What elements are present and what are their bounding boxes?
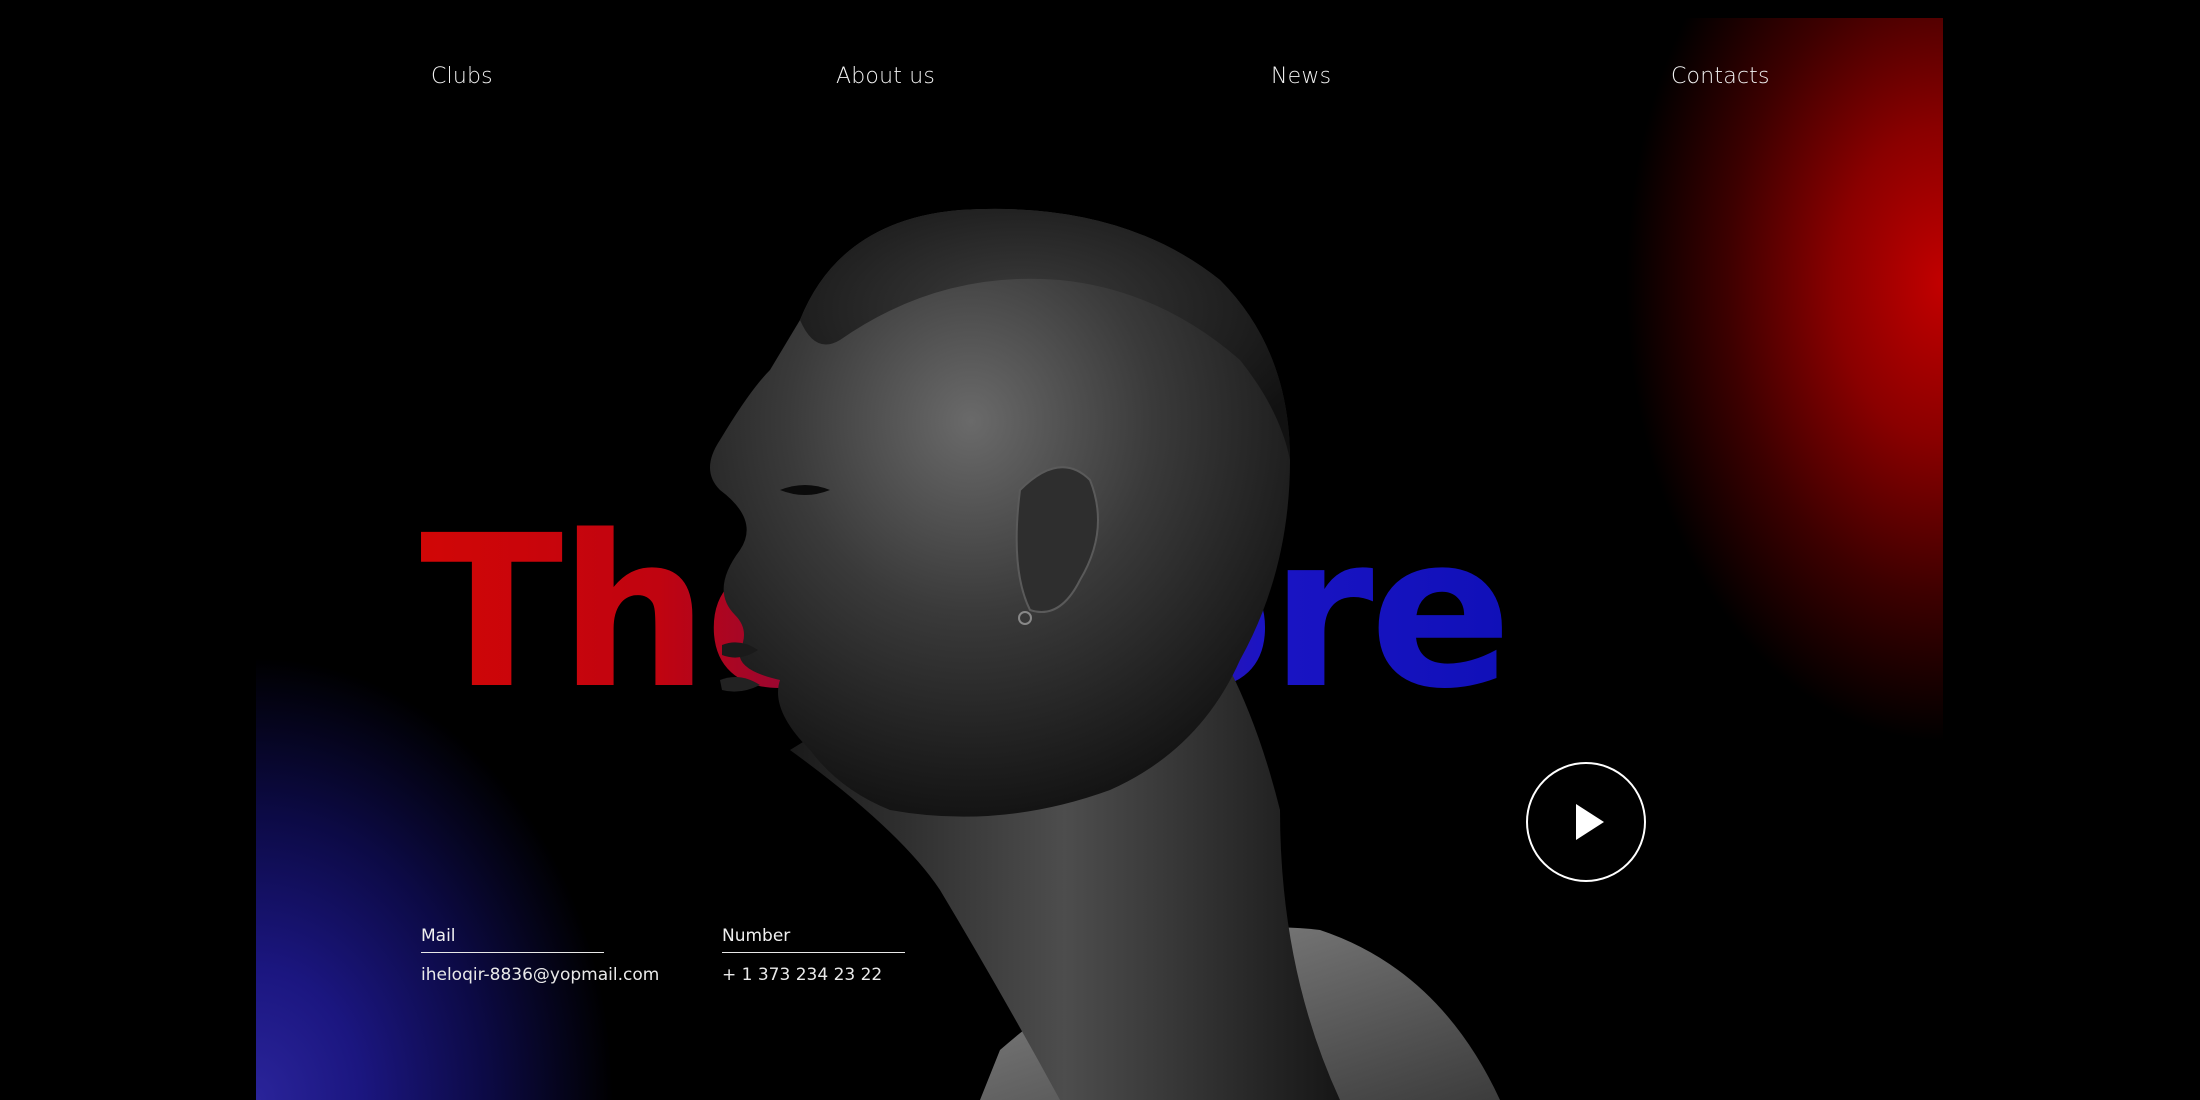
red-gradient-panel [1490,18,1943,848]
nav-item-about-us[interactable]: About us [836,64,935,89]
nav-item-news[interactable]: News [1271,64,1331,89]
nav-item-clubs[interactable]: Clubs [431,64,493,89]
contact-number: Number + 1 373 234 23 22 [722,926,905,985]
mail-value[interactable]: iheloqir-8836@yopmail.com [421,965,659,985]
play-icon [1576,804,1604,840]
number-value[interactable]: + 1 373 234 23 22 [722,965,905,985]
mail-label: Mail [421,926,604,953]
main-nav: Clubs About us News Contacts [0,64,2200,100]
hero-stage: Clubs About us News Contacts Theodore [0,0,2200,1100]
nav-item-contacts[interactable]: Contacts [1671,64,1770,89]
contact-mail: Mail iheloqir-8836@yopmail.com [421,926,659,985]
play-button[interactable] [1526,762,1646,882]
number-label: Number [722,926,905,953]
